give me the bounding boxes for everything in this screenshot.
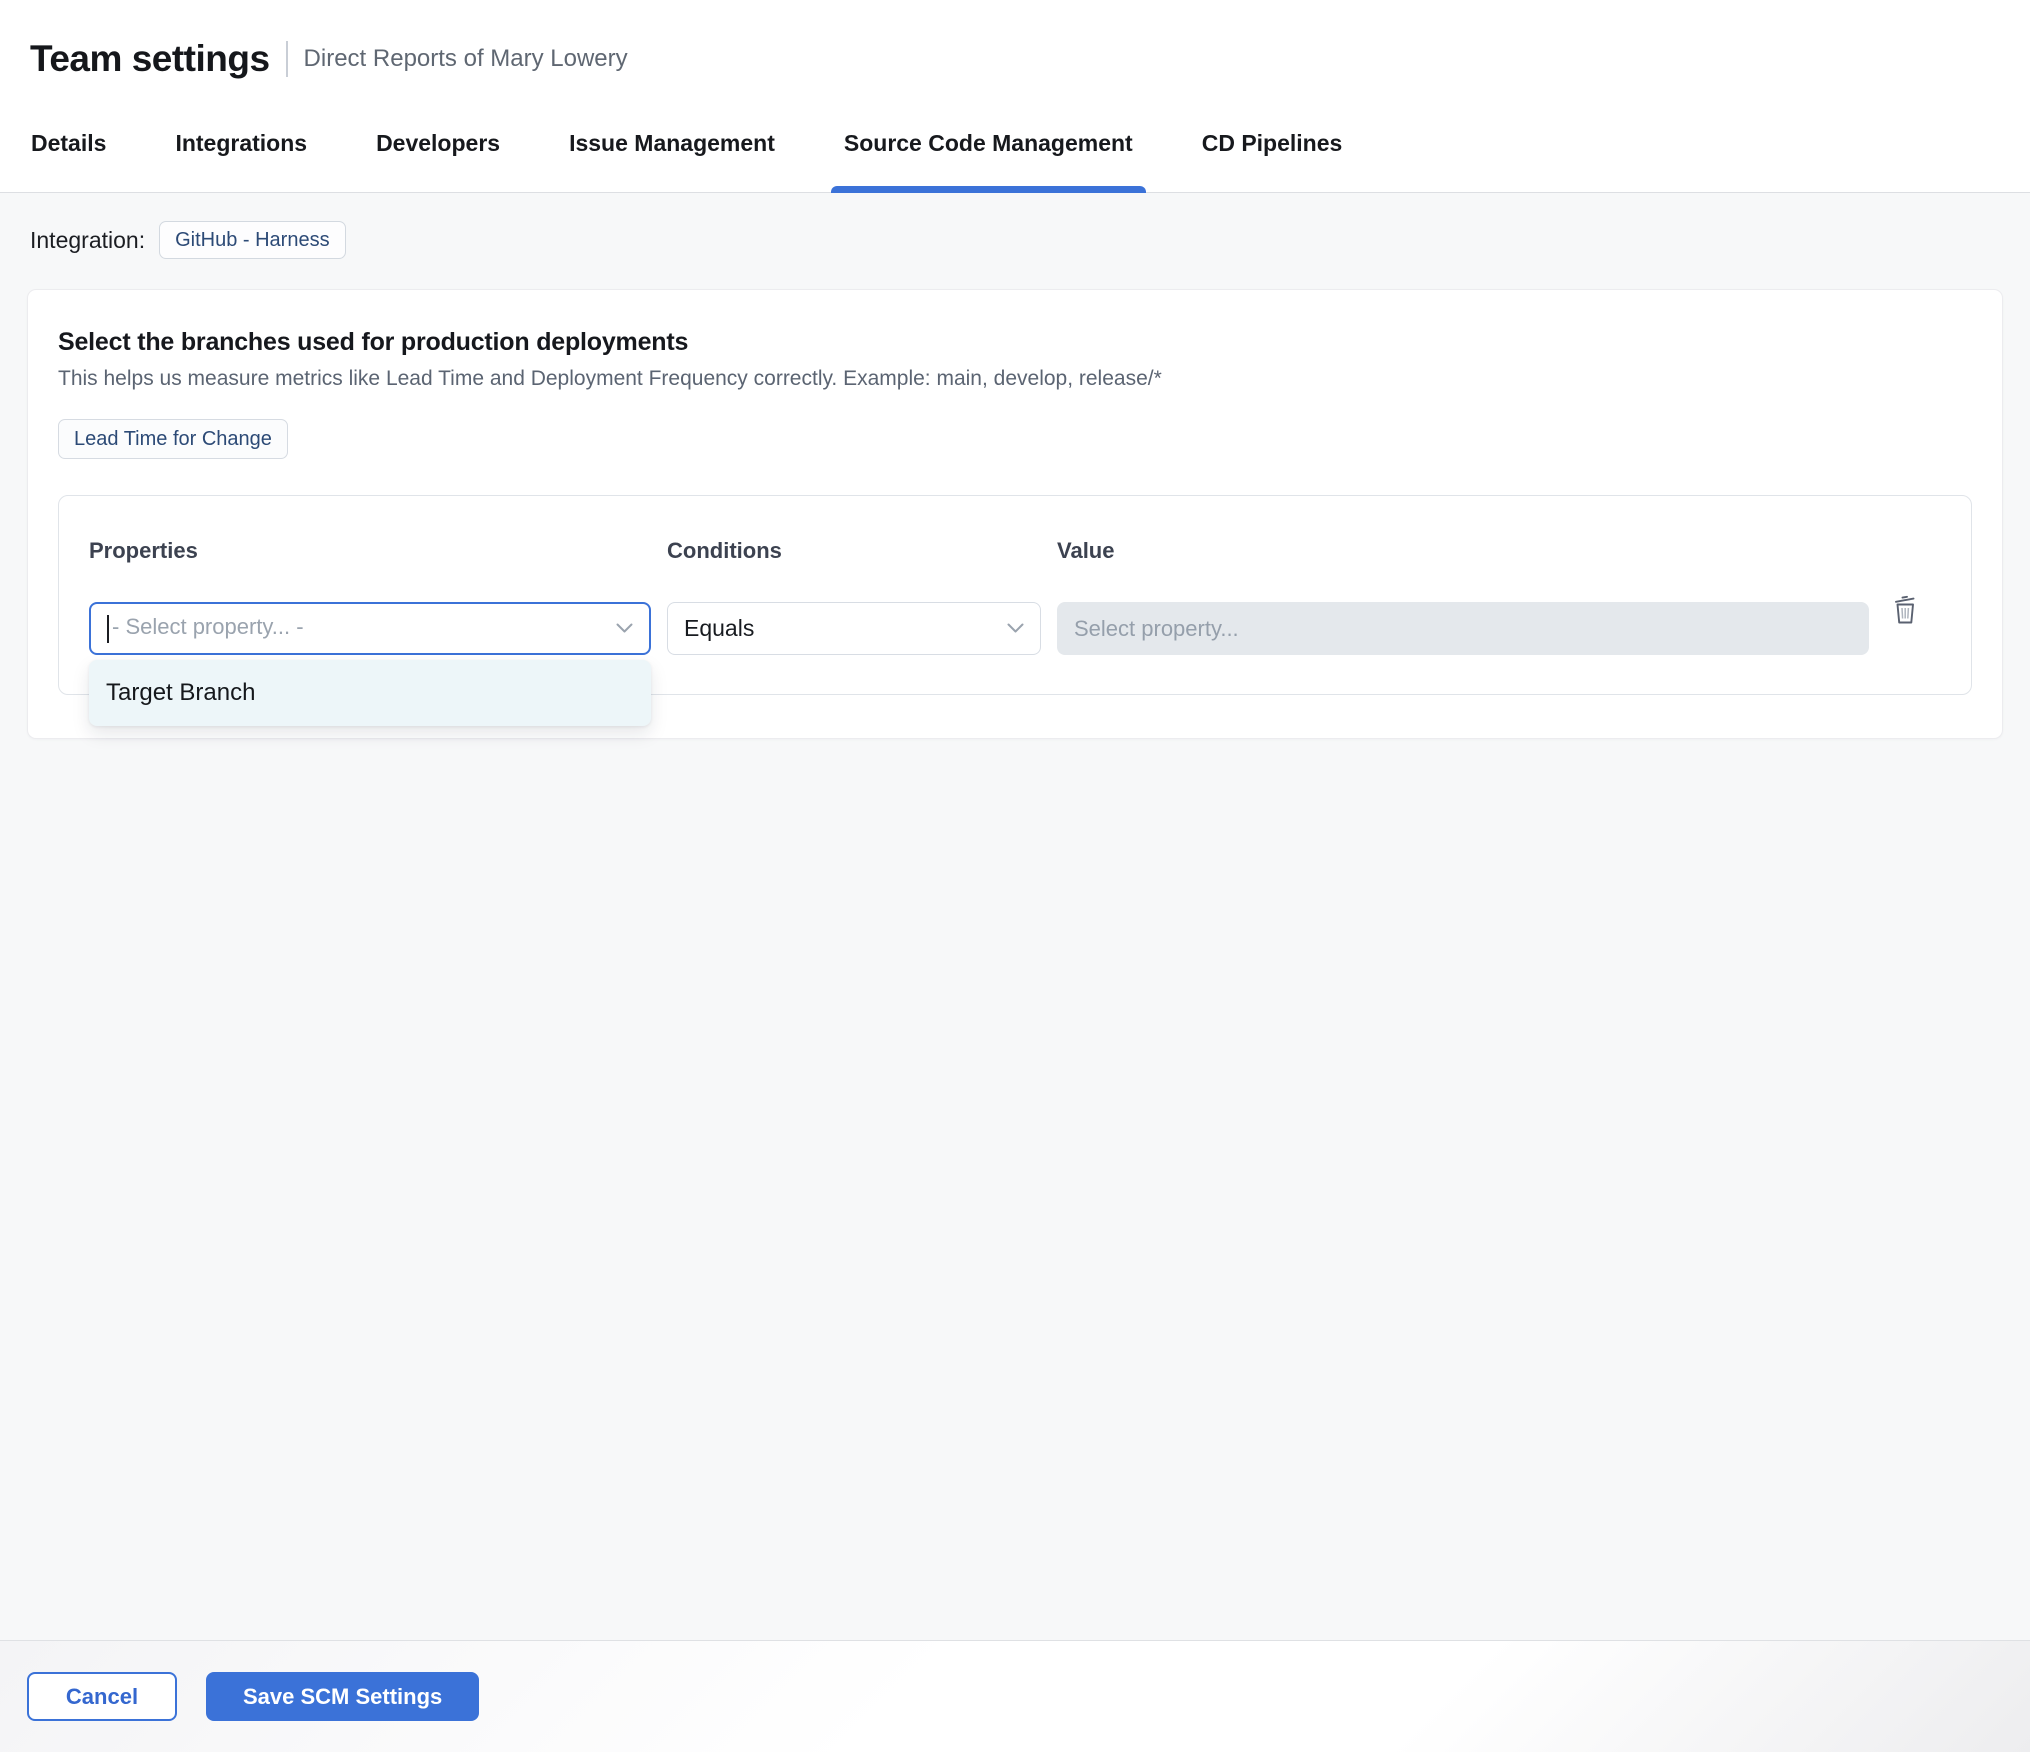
card-title: Select the branches used for production … bbox=[58, 328, 689, 356]
conditions-label: Conditions bbox=[667, 538, 782, 563]
page-title: Team settings bbox=[30, 37, 270, 79]
conditions-column: Conditions Equals bbox=[667, 538, 1041, 655]
tab-source-code-management[interactable]: Source Code Management bbox=[830, 95, 1146, 193]
page-subtitle: Direct Reports of Mary Lowery bbox=[303, 44, 628, 72]
tab-developers[interactable]: Developers bbox=[363, 95, 513, 192]
lead-time-chip[interactable]: Lead Time for Change bbox=[58, 419, 288, 459]
chevron-down-icon bbox=[616, 623, 633, 633]
text-caret bbox=[107, 614, 109, 643]
property-select-placeholder: - Select property... - bbox=[107, 614, 608, 643]
value-input[interactable] bbox=[1057, 602, 1869, 655]
properties-column: Properties - Select property... - bbox=[89, 538, 651, 655]
footer-bar: Cancel Save SCM Settings bbox=[0, 1640, 2030, 1752]
property-select[interactable]: - Select property... - bbox=[89, 602, 651, 655]
integration-row: Integration: GitHub - Harness bbox=[27, 193, 2003, 259]
chevron-down-icon bbox=[1007, 623, 1024, 633]
rule-box: Properties - Select property... - Condit… bbox=[58, 495, 1972, 726]
save-scm-settings-button[interactable]: Save SCM Settings bbox=[206, 1672, 480, 1721]
trash-icon bbox=[1894, 595, 1914, 624]
card-subtitle: This helps us measure metrics like Lead … bbox=[58, 367, 1162, 390]
tab-integrations[interactable]: Integrations bbox=[162, 95, 320, 192]
tab-cd-pipelines[interactable]: CD Pipelines bbox=[1189, 95, 1356, 192]
tab-details[interactable]: Details bbox=[18, 95, 119, 192]
cancel-button[interactable]: Cancel bbox=[27, 1672, 177, 1721]
property-dropdown: Target Branch bbox=[89, 660, 651, 726]
content-area: Integration: GitHub - Harness Select the… bbox=[0, 193, 2030, 1640]
title-divider bbox=[285, 40, 288, 77]
value-label: Value bbox=[1057, 538, 1115, 563]
integration-chip[interactable]: GitHub - Harness bbox=[159, 221, 346, 259]
properties-label: Properties bbox=[89, 538, 198, 563]
integration-label: Integration: bbox=[30, 226, 146, 253]
rule-row: Properties - Select property... - Condit… bbox=[89, 538, 1941, 655]
page-header: Team settings Direct Reports of Mary Low… bbox=[0, 0, 2030, 95]
scm-settings-card: Select the branches used for production … bbox=[27, 289, 2003, 739]
dropdown-option-target-branch[interactable]: Target Branch bbox=[89, 660, 651, 726]
tab-bar: Details Integrations Developers Issue Ma… bbox=[0, 95, 2030, 193]
condition-select[interactable]: Equals bbox=[667, 602, 1041, 655]
tab-issue-management[interactable]: Issue Management bbox=[556, 95, 788, 192]
condition-select-value: Equals bbox=[684, 615, 755, 641]
trash-column bbox=[1869, 538, 1941, 629]
delete-rule-button[interactable] bbox=[1888, 590, 1923, 629]
value-column: Value bbox=[1057, 538, 1869, 655]
